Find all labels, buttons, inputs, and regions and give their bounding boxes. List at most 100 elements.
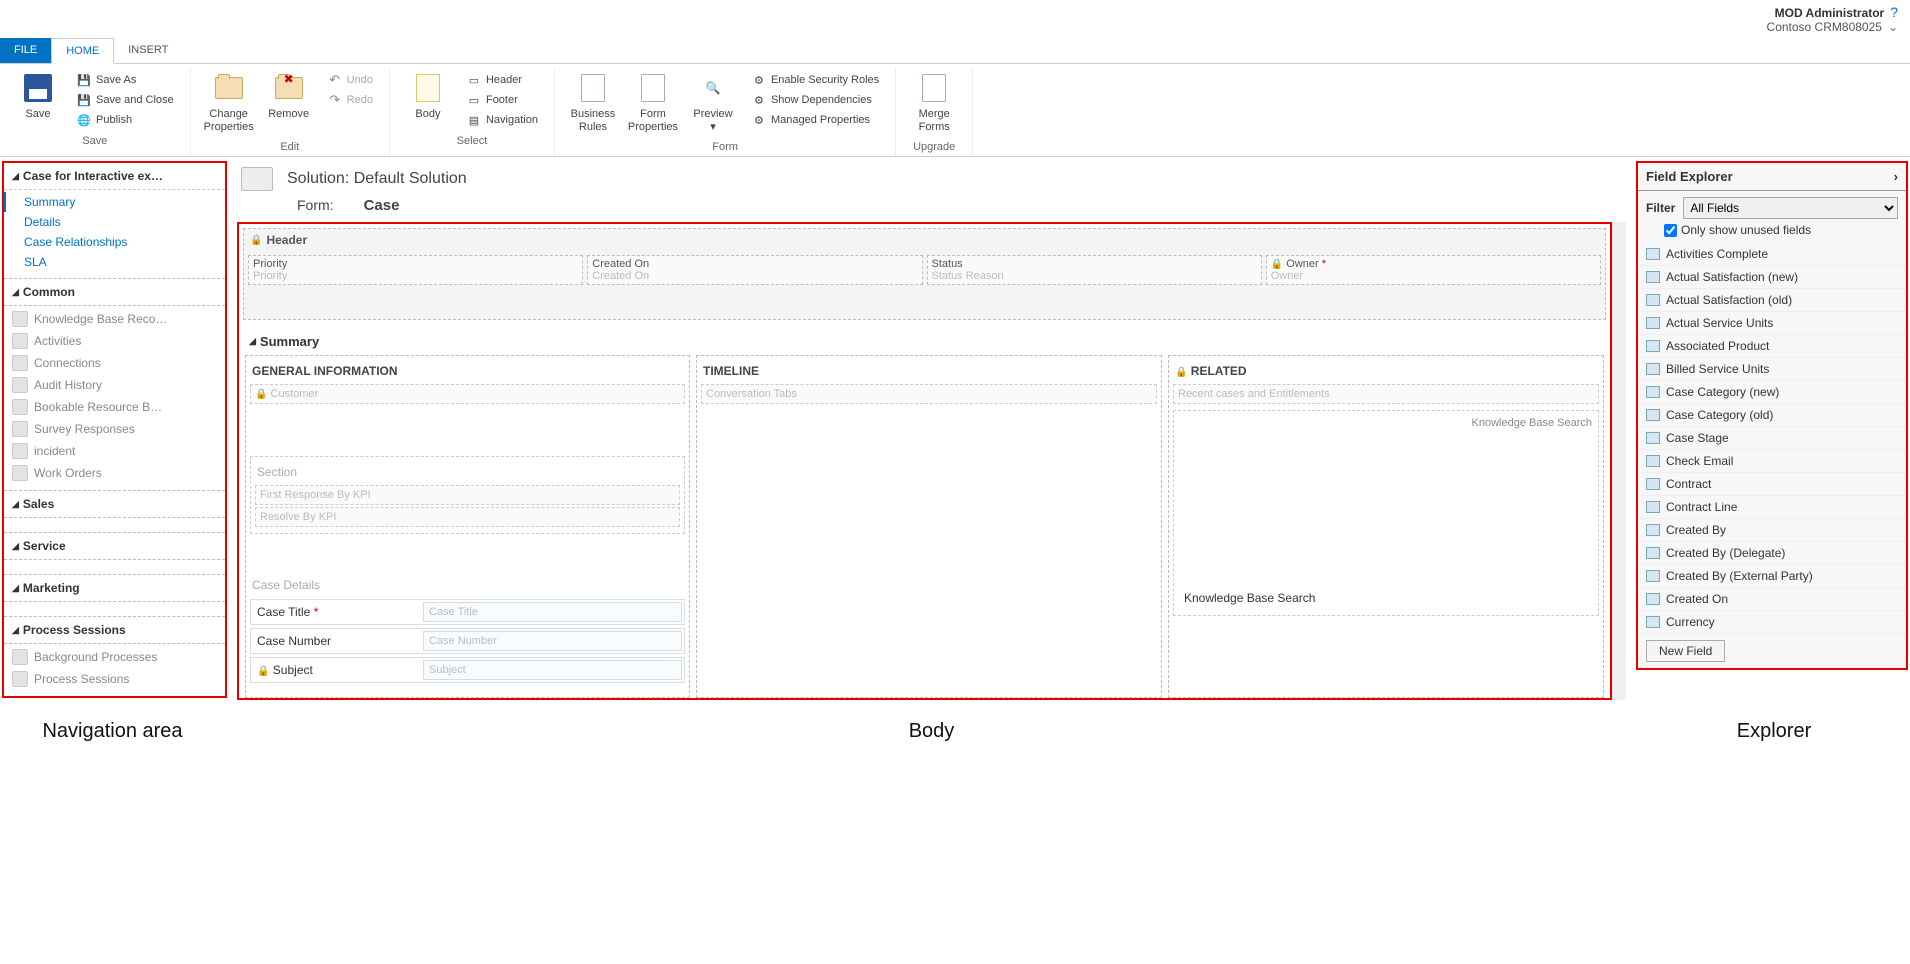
field-item[interactable]: Actual Service Units bbox=[1638, 312, 1906, 335]
field-case-title[interactable]: Case Title * Case Title bbox=[250, 599, 685, 625]
field-subject[interactable]: 🔒 Subject Subject bbox=[250, 657, 685, 683]
nav-common-header[interactable]: ◢Common bbox=[4, 278, 225, 306]
undo-button[interactable]: ↶Undo bbox=[323, 70, 377, 90]
field-item[interactable]: Activities Complete bbox=[1638, 243, 1906, 266]
enable-security-roles-button[interactable]: ⚙Enable Security Roles bbox=[747, 70, 883, 90]
field-item[interactable]: Actual Satisfaction (old) bbox=[1638, 289, 1906, 312]
field-case-number[interactable]: Case Number Case Number bbox=[250, 628, 685, 654]
field-icon bbox=[1646, 248, 1660, 260]
section-related-title: RELATED bbox=[1191, 364, 1247, 378]
show-dependencies-button[interactable]: ⚙Show Dependencies bbox=[747, 90, 883, 110]
field-item[interactable]: Created By bbox=[1638, 519, 1906, 542]
field-item[interactable]: Check Email bbox=[1638, 450, 1906, 473]
preview-button[interactable]: 🔍 Preview▾ bbox=[683, 68, 743, 138]
header-field-owner[interactable]: 🔒 Owner * Owner bbox=[1266, 255, 1601, 285]
ribbon-group-upgrade: Merge Forms Upgrade bbox=[896, 68, 973, 156]
field-item[interactable]: Contract Line bbox=[1638, 496, 1906, 519]
remove-button[interactable]: Remove bbox=[259, 68, 319, 125]
save-close-button[interactable]: 💾Save and Close bbox=[72, 90, 178, 110]
redo-button[interactable]: ↷Redo bbox=[323, 90, 377, 110]
field-item[interactable]: Case Stage bbox=[1638, 427, 1906, 450]
nav-common-activities[interactable]: Activities bbox=[4, 330, 225, 352]
field-recent-cases[interactable]: Recent cases and Entitlements bbox=[1173, 384, 1599, 404]
section-related[interactable]: 🔒 RELATED Recent cases and Entitlements … bbox=[1168, 355, 1604, 698]
field-item[interactable]: Case Category (new) bbox=[1638, 381, 1906, 404]
publish-button[interactable]: 🌐Publish bbox=[72, 110, 178, 130]
ribbon: Save 💾Save As 💾Save and Close 🌐Publish S… bbox=[0, 64, 1910, 157]
field-item[interactable]: Case Category (old) bbox=[1638, 404, 1906, 427]
vertical-scrollbar[interactable] bbox=[1612, 222, 1626, 700]
field-first-response-kpi[interactable]: First Response By KPI bbox=[255, 485, 680, 505]
section-general[interactable]: GENERAL INFORMATION 🔒 Customer Section F… bbox=[245, 355, 690, 698]
field-icon bbox=[1646, 271, 1660, 283]
nav-item-sla[interactable]: SLA bbox=[4, 252, 225, 272]
new-field-button[interactable]: New Field bbox=[1646, 640, 1725, 662]
footer-button[interactable]: ▭Footer bbox=[462, 90, 542, 110]
navigation-button[interactable]: ▤Navigation bbox=[462, 110, 542, 130]
header-button[interactable]: ▭Header bbox=[462, 70, 542, 90]
field-list: Activities Complete Actual Satisfaction … bbox=[1638, 243, 1906, 634]
managed-properties-button[interactable]: ⚙Managed Properties bbox=[747, 110, 883, 130]
nav-common-kb[interactable]: Knowledge Base Reco… bbox=[4, 308, 225, 330]
section-case-details[interactable]: Case Details Case Title * Case Title Cas… bbox=[250, 574, 685, 683]
nav-item-case-relationships[interactable]: Case Relationships bbox=[4, 232, 225, 252]
header-field-priority[interactable]: Priority Priority bbox=[248, 255, 583, 285]
header-field-created-on[interactable]: Created On Created On bbox=[587, 255, 922, 285]
nav-common-workorders[interactable]: Work Orders bbox=[4, 462, 225, 484]
nav-item-summary[interactable]: Summary bbox=[4, 192, 225, 212]
save-button[interactable]: Save bbox=[8, 68, 68, 125]
kb-search-control[interactable]: Knowledge Base Search Knowledge Base Sea… bbox=[1173, 410, 1599, 616]
save-as-button[interactable]: 💾Save As bbox=[72, 70, 178, 90]
nav-item-details[interactable]: Details bbox=[4, 212, 225, 232]
navigation-pane: ◢Case for Interactive ex… Summary Detail… bbox=[2, 161, 227, 698]
tab-file[interactable]: FILE bbox=[0, 38, 51, 63]
group-label-save: Save bbox=[82, 132, 107, 150]
header-field-status[interactable]: Status Status Reason bbox=[927, 255, 1262, 285]
section-kpi[interactable]: Section First Response By KPI Resolve By… bbox=[250, 456, 685, 534]
collapse-icon[interactable]: ⌄ bbox=[1888, 20, 1898, 34]
field-item[interactable]: Contract bbox=[1638, 473, 1906, 496]
annotation-row: Navigation area Body Explorer bbox=[0, 706, 1910, 757]
filter-select[interactable]: All Fields bbox=[1683, 197, 1898, 219]
nav-process-sessions-header[interactable]: ◢Process Sessions bbox=[4, 616, 225, 644]
body-button[interactable]: Body bbox=[398, 68, 458, 125]
nav-service-header[interactable]: ◢Service bbox=[4, 532, 225, 560]
form-properties-button[interactable]: Form Properties bbox=[623, 68, 683, 138]
merge-forms-button[interactable]: Merge Forms bbox=[904, 68, 964, 138]
field-resolve-kpi[interactable]: Resolve By KPI bbox=[255, 507, 680, 527]
business-rules-button[interactable]: Business Rules bbox=[563, 68, 623, 138]
field-item[interactable]: Created By (Delegate) bbox=[1638, 542, 1906, 565]
form-header-section[interactable]: 🔒Header Priority Priority Created On Cre… bbox=[243, 228, 1606, 320]
field-item[interactable]: Associated Product bbox=[1638, 335, 1906, 358]
connections-icon bbox=[12, 355, 28, 371]
tab-summary[interactable]: ◢Summary bbox=[239, 324, 1610, 355]
tab-home[interactable]: HOME bbox=[51, 38, 114, 64]
help-icon[interactable]: ? bbox=[1890, 4, 1898, 20]
nav-sales-header[interactable]: ◢Sales bbox=[4, 490, 225, 518]
change-properties-button[interactable]: Change Properties bbox=[199, 68, 259, 138]
field-customer[interactable]: 🔒 Customer bbox=[250, 384, 685, 404]
nav-main-header[interactable]: ◢Case for Interactive ex… bbox=[4, 163, 225, 190]
lock-icon: 🔒 bbox=[1175, 367, 1187, 378]
nav-common-audit[interactable]: Audit History bbox=[4, 374, 225, 396]
tab-insert[interactable]: INSERT bbox=[114, 38, 182, 63]
field-item[interactable]: Created By (External Party) bbox=[1638, 565, 1906, 588]
nav-common-connections[interactable]: Connections bbox=[4, 352, 225, 374]
field-conversation-tabs[interactable]: Conversation Tabs bbox=[701, 384, 1157, 404]
field-item[interactable]: Created On bbox=[1638, 588, 1906, 611]
unused-fields-checkbox[interactable] bbox=[1664, 224, 1677, 237]
expand-icon[interactable]: › bbox=[1894, 169, 1898, 184]
nav-common-bookable[interactable]: Bookable Resource B… bbox=[4, 396, 225, 418]
field-item[interactable]: Actual Satisfaction (new) bbox=[1638, 266, 1906, 289]
nav-marketing-header[interactable]: ◢Marketing bbox=[4, 574, 225, 602]
nav-ps-sessions[interactable]: Process Sessions bbox=[4, 668, 225, 690]
section-timeline[interactable]: TIMELINE Conversation Tabs bbox=[696, 355, 1162, 698]
nav-ps-background[interactable]: Background Processes bbox=[4, 646, 225, 668]
nav-common-survey[interactable]: Survey Responses bbox=[4, 418, 225, 440]
managed-properties-icon: ⚙ bbox=[751, 112, 767, 128]
field-item[interactable]: Billed Service Units bbox=[1638, 358, 1906, 381]
nav-common-incident[interactable]: incident bbox=[4, 440, 225, 462]
form-body[interactable]: 🔒Header Priority Priority Created On Cre… bbox=[237, 222, 1612, 700]
field-item[interactable]: Currency bbox=[1638, 611, 1906, 634]
unused-fields-label: Only show unused fields bbox=[1681, 223, 1811, 237]
